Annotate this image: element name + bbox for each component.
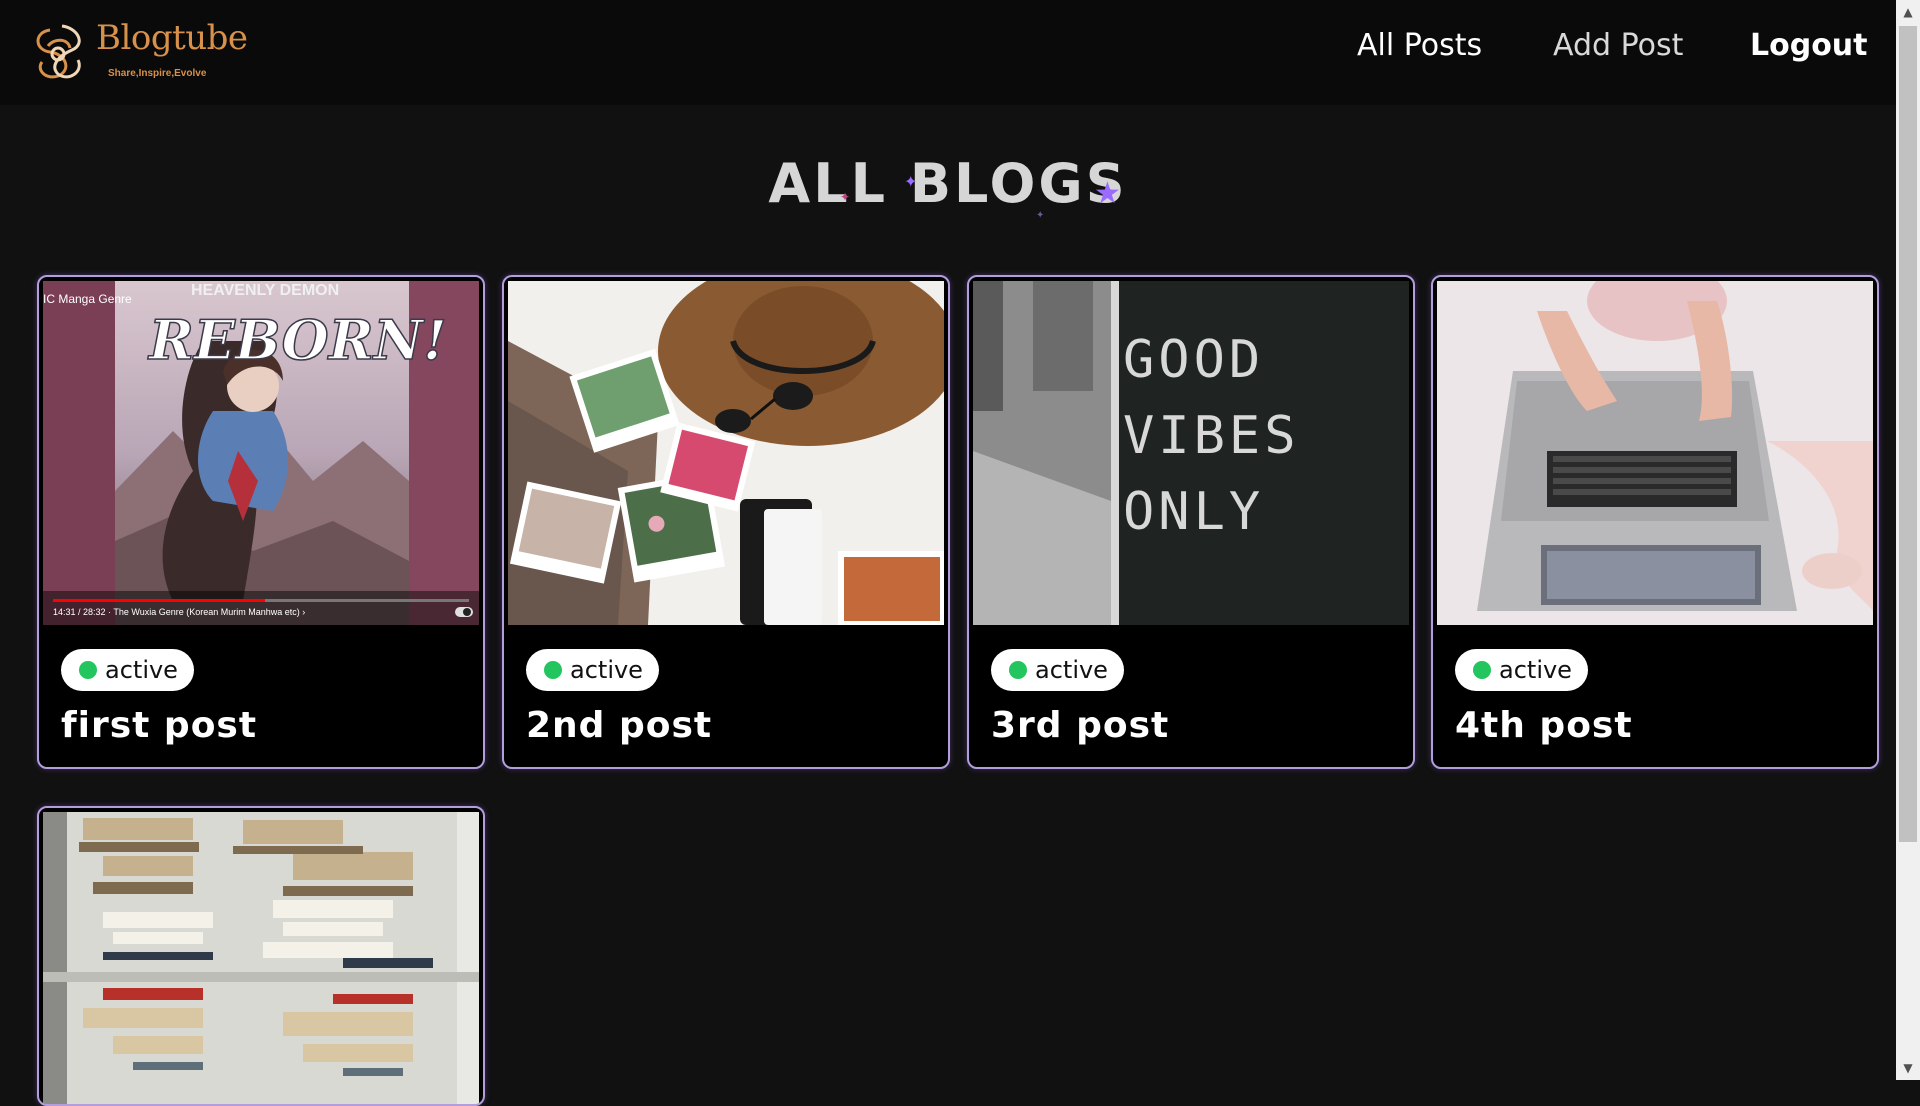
post-title: first post [61, 705, 258, 746]
post-card[interactable] [37, 806, 485, 1106]
post-thumbnail: GOOD VIBES ONLY [973, 281, 1409, 625]
sparkle-icon: ★ [1094, 176, 1121, 211]
top-nav-bar: Blogtube Share,Inspire,Evolve All Posts … [0, 0, 1896, 105]
brand-logo[interactable]: Blogtube Share,Inspire,Evolve [28, 18, 248, 86]
post-card[interactable]: active 4th post [1431, 275, 1879, 769]
player-caption: 14:31 / 28:32 · The Wuxia Genre (Korean … [53, 607, 305, 617]
scroll-up-arrow-icon[interactable]: ▲ [1896, 0, 1920, 24]
swirl-logo-icon [36, 24, 81, 79]
post-title: 3rd post [991, 705, 1170, 746]
status-text: active [1499, 656, 1572, 684]
brand-tagline: Share,Inspire,Evolve [108, 68, 207, 79]
status-badge: active [1455, 649, 1588, 691]
scroll-thumb[interactable] [1899, 26, 1917, 842]
post-title: 4th post [1455, 705, 1633, 746]
status-text: active [1035, 656, 1108, 684]
status-dot-icon [544, 661, 562, 679]
post-title: 2nd post [526, 705, 713, 746]
scroll-down-arrow-icon[interactable]: ▼ [1896, 1056, 1920, 1080]
page-scrollbar[interactable]: ▲ ▼ [1896, 0, 1920, 1080]
status-dot-icon [1009, 661, 1027, 679]
post-thumbnail: HEAVENLY DEMON REBORN! IC Manga Genre 14… [43, 281, 479, 625]
post-card[interactable]: HEAVENLY DEMON REBORN! IC Manga Genre 14… [37, 275, 485, 769]
post-thumbnail [1437, 281, 1873, 625]
nav-add-post-link[interactable]: Add Post [1553, 28, 1683, 68]
post-thumbnail [508, 281, 944, 625]
page-title: ALL BLOGS [768, 152, 1128, 215]
nav-logout-link[interactable]: Logout [1750, 28, 1868, 68]
status-badge: active [526, 649, 659, 691]
status-text: active [570, 656, 643, 684]
board-line: GOOD [1123, 330, 1264, 390]
nav-all-posts-link[interactable]: All Posts [1357, 28, 1482, 68]
post-card[interactable]: GOOD VIBES ONLY active 3rd post [967, 275, 1415, 769]
thumbnail-banner-small: HEAVENLY DEMON [191, 282, 339, 299]
sparkle-icon: ✦ [840, 190, 851, 204]
sparkle-icon: ✦ [1036, 210, 1045, 221]
status-badge: active [991, 649, 1124, 691]
post-thumbnail [43, 812, 479, 1104]
sparkle-icon: ✦ [904, 172, 918, 191]
status-dot-icon [1473, 661, 1491, 679]
thumbnail-overlay-text: IC Manga Genre [43, 292, 132, 306]
board-line: VIBES [1123, 406, 1300, 466]
board-line: ONLY [1123, 482, 1264, 542]
status-badge: active [61, 649, 194, 691]
brand-name: Blogtube [96, 18, 248, 58]
status-text: active [105, 656, 178, 684]
post-card[interactable]: active 2nd post [502, 275, 950, 769]
video-progress-bar[interactable] [53, 599, 265, 602]
thumbnail-banner-large: REBORN! [147, 308, 447, 372]
status-dot-icon [79, 661, 97, 679]
